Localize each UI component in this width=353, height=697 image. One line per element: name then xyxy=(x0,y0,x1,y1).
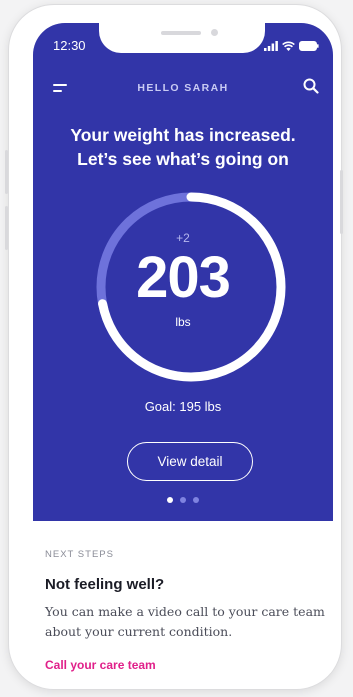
weight-unit: lbs xyxy=(175,315,191,329)
power-button xyxy=(340,170,343,234)
phone-frame: 12:30 HELLO SARAH Your weight has increa… xyxy=(8,4,342,690)
volume-button xyxy=(5,150,8,194)
volume-button xyxy=(5,206,8,250)
status-icons xyxy=(264,39,319,51)
weight-hero: 12:30 HELLO SARAH Your weight has increa… xyxy=(33,23,333,521)
next-steps-card: NEXT STEPS Not feeling well? You can mak… xyxy=(33,521,333,673)
battery-icon xyxy=(299,41,319,51)
status-headline: Your weight has increased. Let’s see wha… xyxy=(33,123,333,171)
next-steps-eyebrow: NEXT STEPS xyxy=(45,549,114,560)
pager-dot[interactable] xyxy=(193,497,199,503)
wifi-icon xyxy=(282,41,295,51)
status-time: 12:30 xyxy=(53,38,86,53)
signal-icon xyxy=(264,41,278,51)
search-icon[interactable] xyxy=(303,78,319,94)
pager-dots xyxy=(33,497,333,503)
pager-dot[interactable] xyxy=(167,497,173,503)
goal-weight: Goal: 195 lbs xyxy=(144,399,222,414)
app-screen: 12:30 HELLO SARAH Your weight has increa… xyxy=(33,23,333,673)
camera-dot xyxy=(211,29,218,36)
device-notch xyxy=(99,23,265,53)
headline-line-2: Let’s see what’s going on xyxy=(77,149,289,169)
current-weight: 203 xyxy=(136,245,231,310)
next-steps-body: You can make a video call to your care t… xyxy=(45,604,325,639)
next-steps-title: Not feeling well? xyxy=(45,576,165,593)
headline-line-1: Your weight has increased. xyxy=(70,125,296,145)
call-care-team-link[interactable]: Call your care team xyxy=(45,658,156,672)
speaker-grille xyxy=(161,31,201,35)
pager-dot[interactable] xyxy=(180,497,186,503)
view-detail-button[interactable]: View detail xyxy=(127,442,253,481)
greeting-title: HELLO SARAH xyxy=(137,82,229,94)
weight-change: +2 xyxy=(176,231,190,245)
